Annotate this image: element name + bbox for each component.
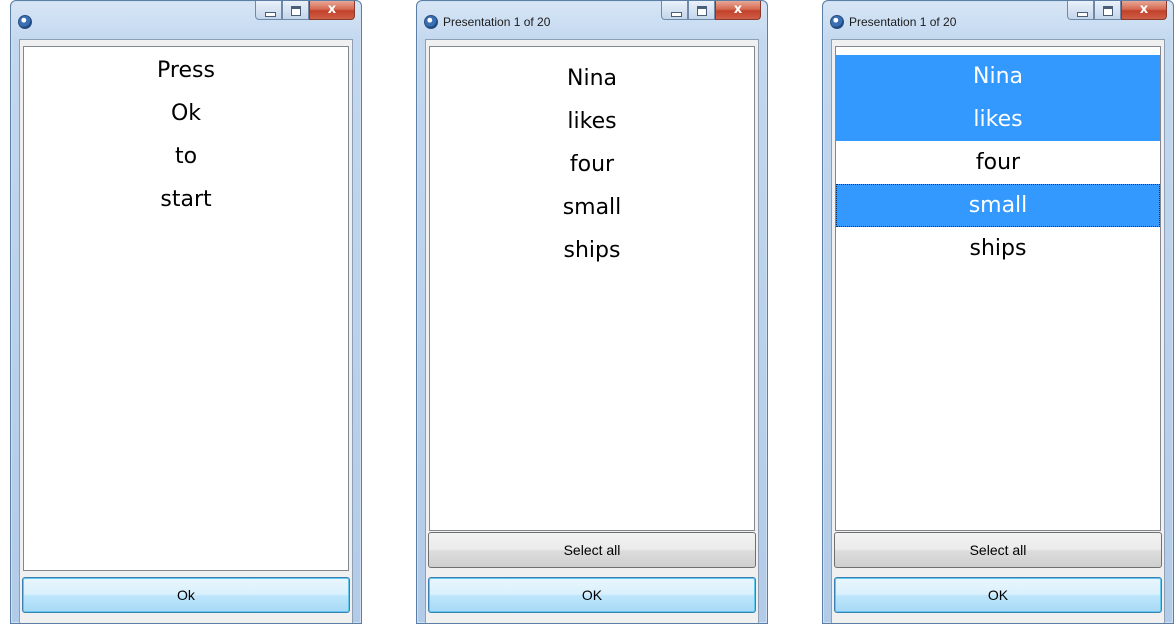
maximize-button[interactable] (1094, 1, 1121, 20)
list-item[interactable]: likes (430, 100, 754, 143)
list-item[interactable]: Nina (430, 57, 754, 100)
minimize-button[interactable] (1067, 1, 1094, 20)
close-button[interactable]: x (1121, 1, 1167, 20)
window-title: Presentation 1 of 20 (849, 15, 957, 29)
close-icon: x (733, 2, 743, 17)
minimize-button[interactable] (255, 1, 282, 20)
list-item[interactable]: ships (836, 227, 1160, 270)
window-title: Presentation 1 of 20 (443, 15, 551, 29)
caption-buttons: x (1067, 1, 1167, 21)
app-icon (18, 15, 32, 29)
app-icon (424, 15, 438, 29)
client-area: Nina likes four small ships Select all O… (831, 39, 1165, 623)
caption-buttons: x (255, 1, 355, 21)
ok-button[interactable]: Ok (22, 577, 350, 613)
list-item[interactable]: four (430, 143, 754, 186)
list-item[interactable]: four (836, 141, 1160, 184)
maximize-button[interactable] (282, 1, 309, 20)
list-item-selected[interactable]: Nina (836, 55, 1160, 98)
list-item[interactable]: small (430, 186, 754, 229)
presentation-window: Presentation 1 of 20 x Nina likes four s… (416, 0, 768, 624)
start-window: x Press Ok to start Ok (10, 0, 362, 624)
list-item[interactable]: ships (430, 229, 754, 272)
ok-button[interactable]: OK (834, 577, 1162, 613)
close-icon: x (1139, 2, 1149, 17)
close-icon: x (327, 2, 337, 17)
list-item-selected[interactable]: likes (836, 98, 1160, 141)
list-item-selected[interactable]: small (836, 184, 1160, 227)
list-item[interactable]: Ok (24, 92, 348, 135)
word-list[interactable]: Press Ok to start (23, 46, 349, 571)
client-area: Nina likes four small ships Select all O… (425, 39, 759, 623)
select-all-button[interactable]: Select all (428, 532, 756, 568)
word-list[interactable]: Nina likes four small ships (835, 46, 1161, 531)
word-list[interactable]: Nina likes four small ships (429, 46, 755, 531)
presentation-window-selected: Presentation 1 of 20 x Nina likes four s… (822, 0, 1174, 624)
close-button[interactable]: x (309, 1, 355, 20)
app-icon (830, 15, 844, 29)
minimize-button[interactable] (661, 1, 688, 20)
maximize-button[interactable] (688, 1, 715, 20)
list-item[interactable]: Press (24, 49, 348, 92)
title-bar[interactable]: Presentation 1 of 20 x (823, 1, 1173, 39)
list-item[interactable]: start (24, 178, 348, 221)
ok-button[interactable]: OK (428, 577, 756, 613)
list-item[interactable]: to (24, 135, 348, 178)
caption-buttons: x (661, 1, 761, 21)
close-button[interactable]: x (715, 1, 761, 20)
client-area: Press Ok to start Ok (19, 39, 353, 623)
title-bar[interactable]: x (11, 1, 361, 39)
title-bar[interactable]: Presentation 1 of 20 x (417, 1, 767, 39)
select-all-button[interactable]: Select all (834, 532, 1162, 568)
